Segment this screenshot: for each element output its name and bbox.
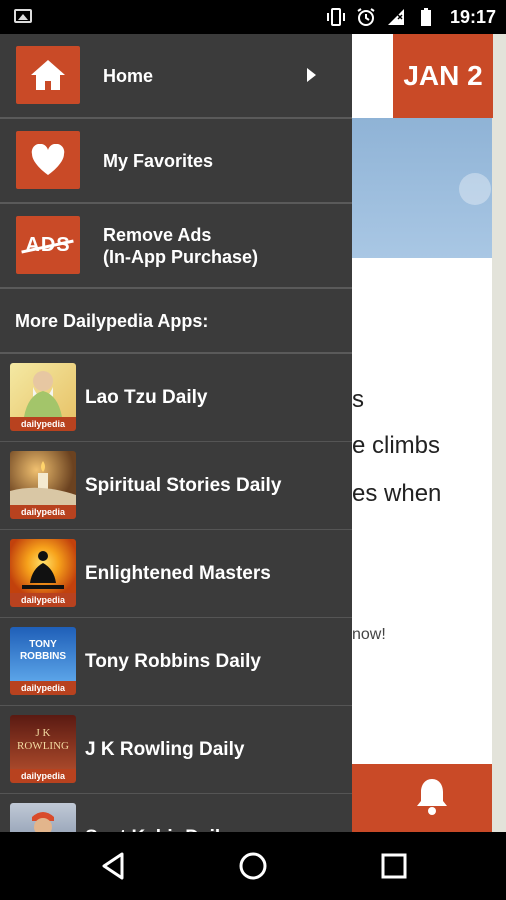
menu-item-favorites[interactable]: My Favorites <box>0 119 352 204</box>
app-thumbnail: dailypedia <box>10 451 76 519</box>
image-notification-icon <box>14 9 32 23</box>
app-thumbnail: dailypedia <box>10 803 76 832</box>
section-title: More Dailypedia Apps: <box>0 290 352 354</box>
menu-item-remove-ads[interactable]: ADS Remove Ads (In-App Purchase) <box>0 204 352 289</box>
lao-tzu-image <box>10 363 76 417</box>
menu-item-label: Remove Ads (In-App Purchase) <box>103 224 259 267</box>
sant-kabir-image <box>10 803 76 832</box>
bell-icon[interactable] <box>414 776 450 816</box>
app-item-spiritual-stories[interactable]: dailypedia Spiritual Stories Daily <box>0 442 352 530</box>
chevron-right-icon <box>307 68 316 82</box>
menu-item-home[interactable]: Home <box>0 34 352 119</box>
menu-item-label: My Favorites <box>103 150 214 171</box>
app-thumbnail: dailypedia <box>10 363 76 431</box>
no-ads-icon: ADS <box>16 216 80 274</box>
quote-text-line: e climbs <box>352 432 441 459</box>
app-name: Lao Tzu Daily <box>85 387 208 408</box>
alarm-icon <box>357 8 375 26</box>
quote-text-line: s <box>352 386 364 413</box>
candle-image <box>10 451 76 505</box>
app-item-tony-robbins[interactable]: TONY ROBBINS dailypedia Tony Robbins Dai… <box>0 618 352 706</box>
status-bar: 19:17 <box>0 0 506 34</box>
app-item-lao-tzu[interactable]: dailypedia Lao Tzu Daily <box>0 354 352 442</box>
date-badge: JAN 2 <box>393 34 493 118</box>
recents-icon[interactable] <box>378 850 410 882</box>
app-thumbnail: TONY ROBBINS dailypedia <box>10 627 76 695</box>
app-thumbnail: dailypedia <box>10 539 76 607</box>
clock: 19:17 <box>449 6 496 27</box>
home-icon <box>16 46 80 104</box>
system-nav-bar <box>0 832 506 900</box>
app-item-enlightened-masters[interactable]: dailypedia Enlightened Masters <box>0 530 352 618</box>
home-nav-icon[interactable] <box>237 850 269 882</box>
app-name: Sant Kabir Daily <box>85 794 231 832</box>
app-item-sant-kabir[interactable]: dailypedia Sant Kabir Daily <box>0 794 352 832</box>
back-icon[interactable] <box>98 850 130 882</box>
promo-text: now! <box>352 626 386 643</box>
vibrate-icon <box>326 8 345 26</box>
app-name: J K Rowling Daily <box>85 739 245 760</box>
app-item-jk-rowling[interactable]: J K ROWLING dailypedia J K Rowling Daily <box>0 706 352 794</box>
signal-icon <box>387 9 404 25</box>
menu-item-label: Home <box>103 65 154 86</box>
app-name: Enlightened Masters <box>85 563 271 584</box>
app-name: Tony Robbins Daily <box>85 651 261 672</box>
quote-text-line: es when <box>352 480 442 507</box>
jk-rowling-image: J K ROWLING <box>10 715 76 769</box>
battery-icon <box>420 8 431 26</box>
meditation-image <box>10 539 76 593</box>
reminder-bar[interactable] <box>340 764 492 832</box>
status-icons: 19:17 <box>326 0 496 34</box>
app-name: Spiritual Stories Daily <box>85 475 282 496</box>
navigation-drawer: Home My Favorites ADS Remove Ads (In-App… <box>0 34 352 832</box>
tony-robbins-image: TONY ROBBINS <box>10 627 76 681</box>
next-arrow-icon[interactable] <box>459 173 491 205</box>
app-thumbnail: J K ROWLING dailypedia <box>10 715 76 783</box>
heart-icon <box>16 131 80 189</box>
